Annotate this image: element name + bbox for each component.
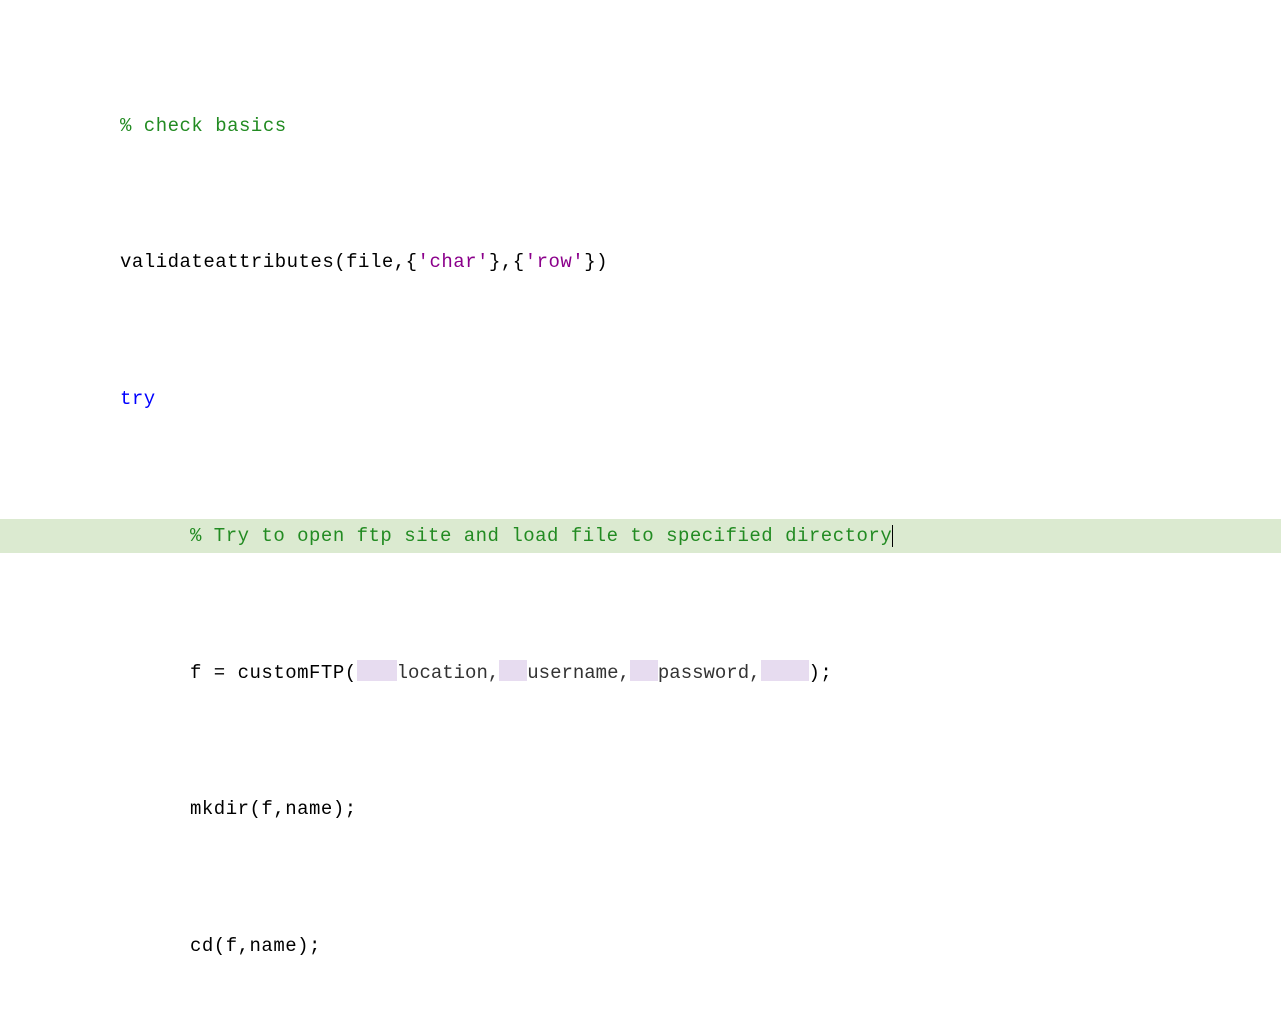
parameter: password, bbox=[658, 662, 761, 684]
code-text: validateattributes(file,{ bbox=[120, 251, 418, 273]
redaction-block bbox=[499, 660, 527, 681]
comment: % check basics bbox=[120, 115, 287, 137]
code-line: validateattributes(file,{'char'},{'row'}… bbox=[0, 245, 1281, 279]
parameter: location, bbox=[397, 662, 500, 684]
code-line: cd(f,name); bbox=[0, 929, 1281, 963]
string-literal: 'row' bbox=[525, 251, 585, 273]
parameter: username, bbox=[527, 662, 630, 684]
code-line: try bbox=[0, 382, 1281, 416]
string-literal: 'char' bbox=[418, 251, 489, 273]
redaction-block bbox=[357, 660, 397, 681]
code-text: },{ bbox=[489, 251, 525, 273]
code-line: % check basics bbox=[0, 109, 1281, 143]
redaction-block bbox=[630, 660, 658, 681]
code-line: mkdir(f,name); bbox=[0, 792, 1281, 826]
comment: % Try to open ftp site and load file to … bbox=[190, 525, 880, 547]
code-text: mkdir(f,name); bbox=[190, 798, 357, 820]
keyword-try: try bbox=[120, 388, 156, 410]
code-editor[interactable]: % check basics validateattributes(file,{… bbox=[0, 0, 1281, 1026]
code-text: }) bbox=[584, 251, 608, 273]
code-text: f = customFTP( bbox=[190, 662, 357, 684]
code-text: cd(f,name); bbox=[190, 935, 321, 957]
redaction-block bbox=[761, 660, 809, 681]
code-text: ); bbox=[809, 662, 833, 684]
text-cursor: y bbox=[880, 525, 893, 547]
code-line: f = customFTP( location, username, password… bbox=[0, 656, 1281, 690]
code-line-highlighted: % Try to open ftp site and load file to … bbox=[0, 519, 1281, 553]
